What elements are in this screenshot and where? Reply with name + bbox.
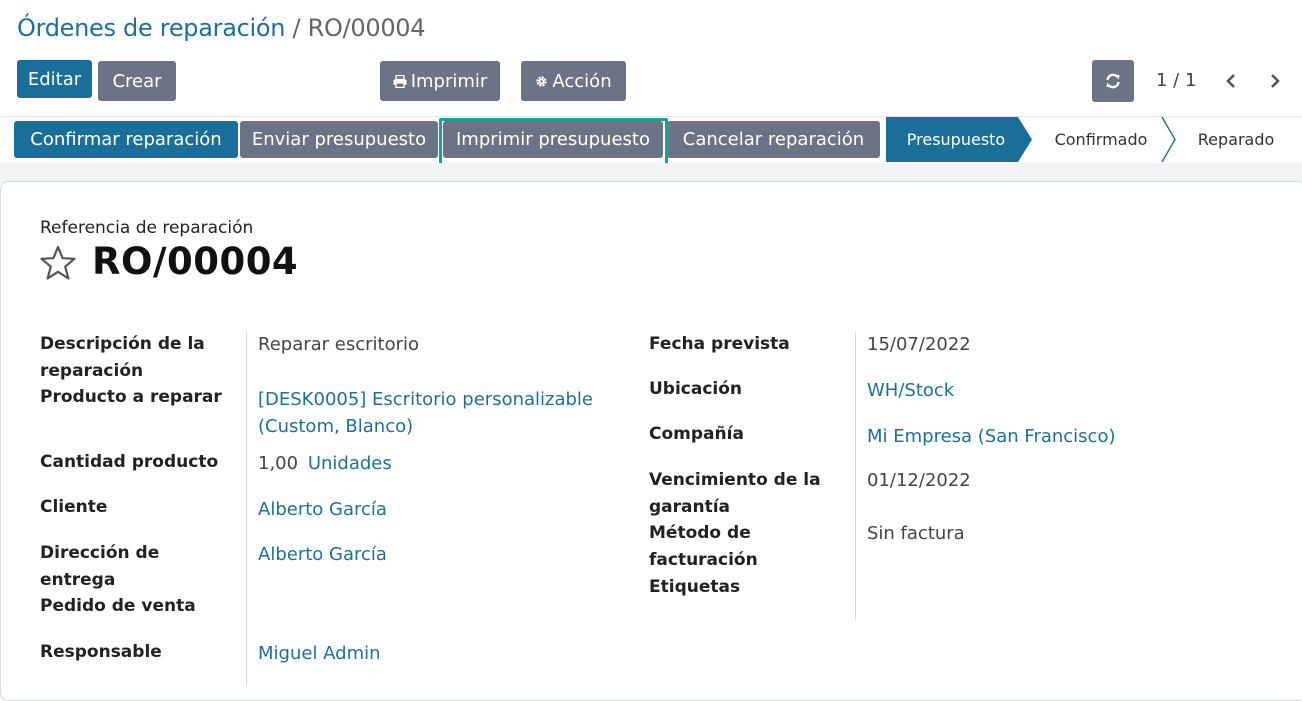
tags-label: Etiquetas	[649, 577, 741, 597]
breadcrumb: Órdenes de reparación / RO/00004	[17, 14, 426, 42]
stage-confirmado[interactable]: Confirmado	[1036, 117, 1166, 162]
description-field[interactable]: Reparar escritorio	[258, 331, 419, 358]
sale-order-label: Pedido de venta	[40, 596, 196, 616]
action-dropdown-button[interactable]: Acción	[521, 61, 626, 101]
quantity-value: 1,00	[258, 453, 299, 474]
warranty-field[interactable]: 01/12/2022	[867, 467, 971, 494]
breadcrumb-separator: /	[292, 14, 301, 42]
company-link[interactable]: Mi Empresa (San Francisco)	[867, 423, 1116, 450]
uom-link[interactable]: Unidades	[308, 453, 392, 474]
description-label: Descripción de la reparación	[40, 334, 205, 381]
print-quotation-button[interactable]: Imprimir presupuesto	[443, 121, 663, 158]
send-quotation-button[interactable]: Enviar presupuesto	[240, 121, 438, 158]
print-button-label: Imprimir	[410, 70, 488, 92]
invoice-method-field[interactable]: Sin factura	[867, 520, 965, 547]
invoice-method-label: Método de facturación	[649, 523, 758, 570]
product-label: Producto a reparar	[40, 387, 222, 407]
breadcrumb-current: RO/00004	[307, 14, 426, 42]
stage-presupuesto[interactable]: Presupuesto	[886, 117, 1026, 162]
print-dropdown-button[interactable]: Imprimir	[380, 61, 500, 101]
company-label: Compañía	[649, 424, 744, 444]
chevron-right-icon	[1271, 74, 1280, 88]
left-group-divider	[246, 332, 247, 686]
scheduled-date-label: Fecha prevista	[649, 334, 790, 354]
right-group-divider	[855, 332, 856, 620]
customer-label: Cliente	[40, 497, 108, 517]
customer-link[interactable]: Alberto García	[258, 496, 387, 523]
location-link[interactable]: WH/Stock	[867, 377, 954, 404]
edit-button[interactable]: Editar	[17, 60, 92, 98]
action-button-label: Acción	[552, 70, 612, 92]
delivery-address-link[interactable]: Alberto García	[258, 541, 387, 568]
gear-icon	[535, 75, 548, 88]
product-link[interactable]: [DESK0005] Escritorio personalizable (Cu…	[258, 386, 593, 440]
quantity-label: Cantidad producto	[40, 452, 219, 472]
print-icon	[393, 74, 407, 88]
refresh-icon	[1104, 72, 1122, 90]
pager-next-button[interactable]	[1262, 67, 1288, 95]
favorite-star-icon[interactable]	[40, 245, 76, 281]
create-button[interactable]: Crear	[98, 61, 176, 101]
quantity-field[interactable]: 1,00 Unidades	[258, 450, 392, 477]
confirm-repair-button[interactable]: Confirmar reparación	[14, 121, 238, 158]
warranty-label: Vencimiento de la garantía	[649, 470, 821, 517]
pager-previous-button[interactable]	[1218, 67, 1244, 95]
location-label: Ubicación	[649, 379, 743, 399]
breadcrumb-parent-link[interactable]: Órdenes de reparación	[17, 14, 285, 42]
refresh-button[interactable]	[1092, 60, 1134, 102]
reference-label: Referencia de reparación	[40, 218, 254, 238]
scheduled-date-field[interactable]: 15/07/2022	[867, 331, 971, 358]
cancel-repair-button[interactable]: Cancelar reparación	[667, 121, 880, 158]
repair-reference: RO/00004	[92, 240, 299, 283]
responsible-link[interactable]: Miguel Admin	[258, 640, 381, 667]
chevron-left-icon	[1226, 74, 1235, 88]
responsible-label: Responsable	[40, 642, 162, 662]
delivery-address-label: Dirección de entrega	[40, 543, 160, 590]
stage-reparado[interactable]: Reparado	[1180, 117, 1292, 162]
pager-counter[interactable]: 1 / 1	[1156, 70, 1196, 91]
sheet-background	[0, 163, 1302, 183]
